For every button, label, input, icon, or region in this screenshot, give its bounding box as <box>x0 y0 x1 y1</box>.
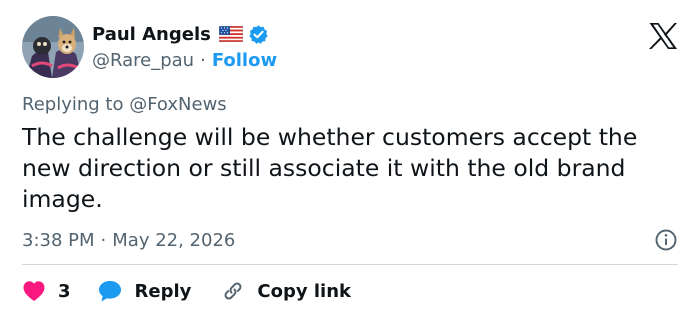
user-handle[interactable]: @Rare_pau <box>92 50 194 71</box>
tweet-time[interactable]: 3:38 PM <box>22 230 95 251</box>
tweet-date[interactable]: May 22, 2026 <box>112 230 235 251</box>
reply-label: Reply <box>134 280 192 302</box>
handle-row: @Rare_pau · Follow <box>92 47 277 73</box>
heart-icon <box>23 281 45 301</box>
us-flag-icon <box>218 26 243 42</box>
reply-mention-link[interactable]: @FoxNews <box>129 94 226 115</box>
like-button[interactable]: 3 <box>22 280 71 302</box>
reply-bubble-icon <box>98 281 121 302</box>
tweet-header: Paul Angels @Rare_pau · Follow <box>22 16 277 78</box>
tweet-actions: 3 Reply Copy link <box>22 277 351 305</box>
avatar[interactable] <box>22 16 84 78</box>
copy-link-label: Copy link <box>257 280 351 302</box>
tweet-card: Paul Angels @Rare_pau · Follow Replying … <box>0 0 700 318</box>
link-icon <box>224 282 242 300</box>
timestamp-separator: · <box>100 229 107 251</box>
copy-link-button[interactable]: Copy link <box>221 279 351 303</box>
name-row: Paul Angels <box>92 21 277 47</box>
info-icon[interactable] <box>654 228 678 252</box>
reply-button[interactable]: Reply <box>97 279 192 303</box>
like-count: 3 <box>58 280 71 302</box>
tweet-text: The challenge will be whether customers … <box>22 123 638 213</box>
handle-separator: · <box>200 49 206 71</box>
display-name[interactable]: Paul Angels <box>92 24 211 45</box>
verified-badge-icon[interactable] <box>248 24 269 45</box>
follow-button[interactable]: Follow <box>212 50 277 71</box>
divider <box>22 264 678 265</box>
dog-avatar-icon <box>22 16 84 78</box>
x-logo-icon[interactable] <box>648 22 678 50</box>
user-identity: Paul Angels @Rare_pau · Follow <box>92 21 277 73</box>
reply-context-prefix: Replying to <box>22 94 124 115</box>
reply-context: Replying to @FoxNews <box>22 94 227 115</box>
tweet-timestamp-row: 3:38 PM · May 22, 2026 <box>22 227 678 253</box>
